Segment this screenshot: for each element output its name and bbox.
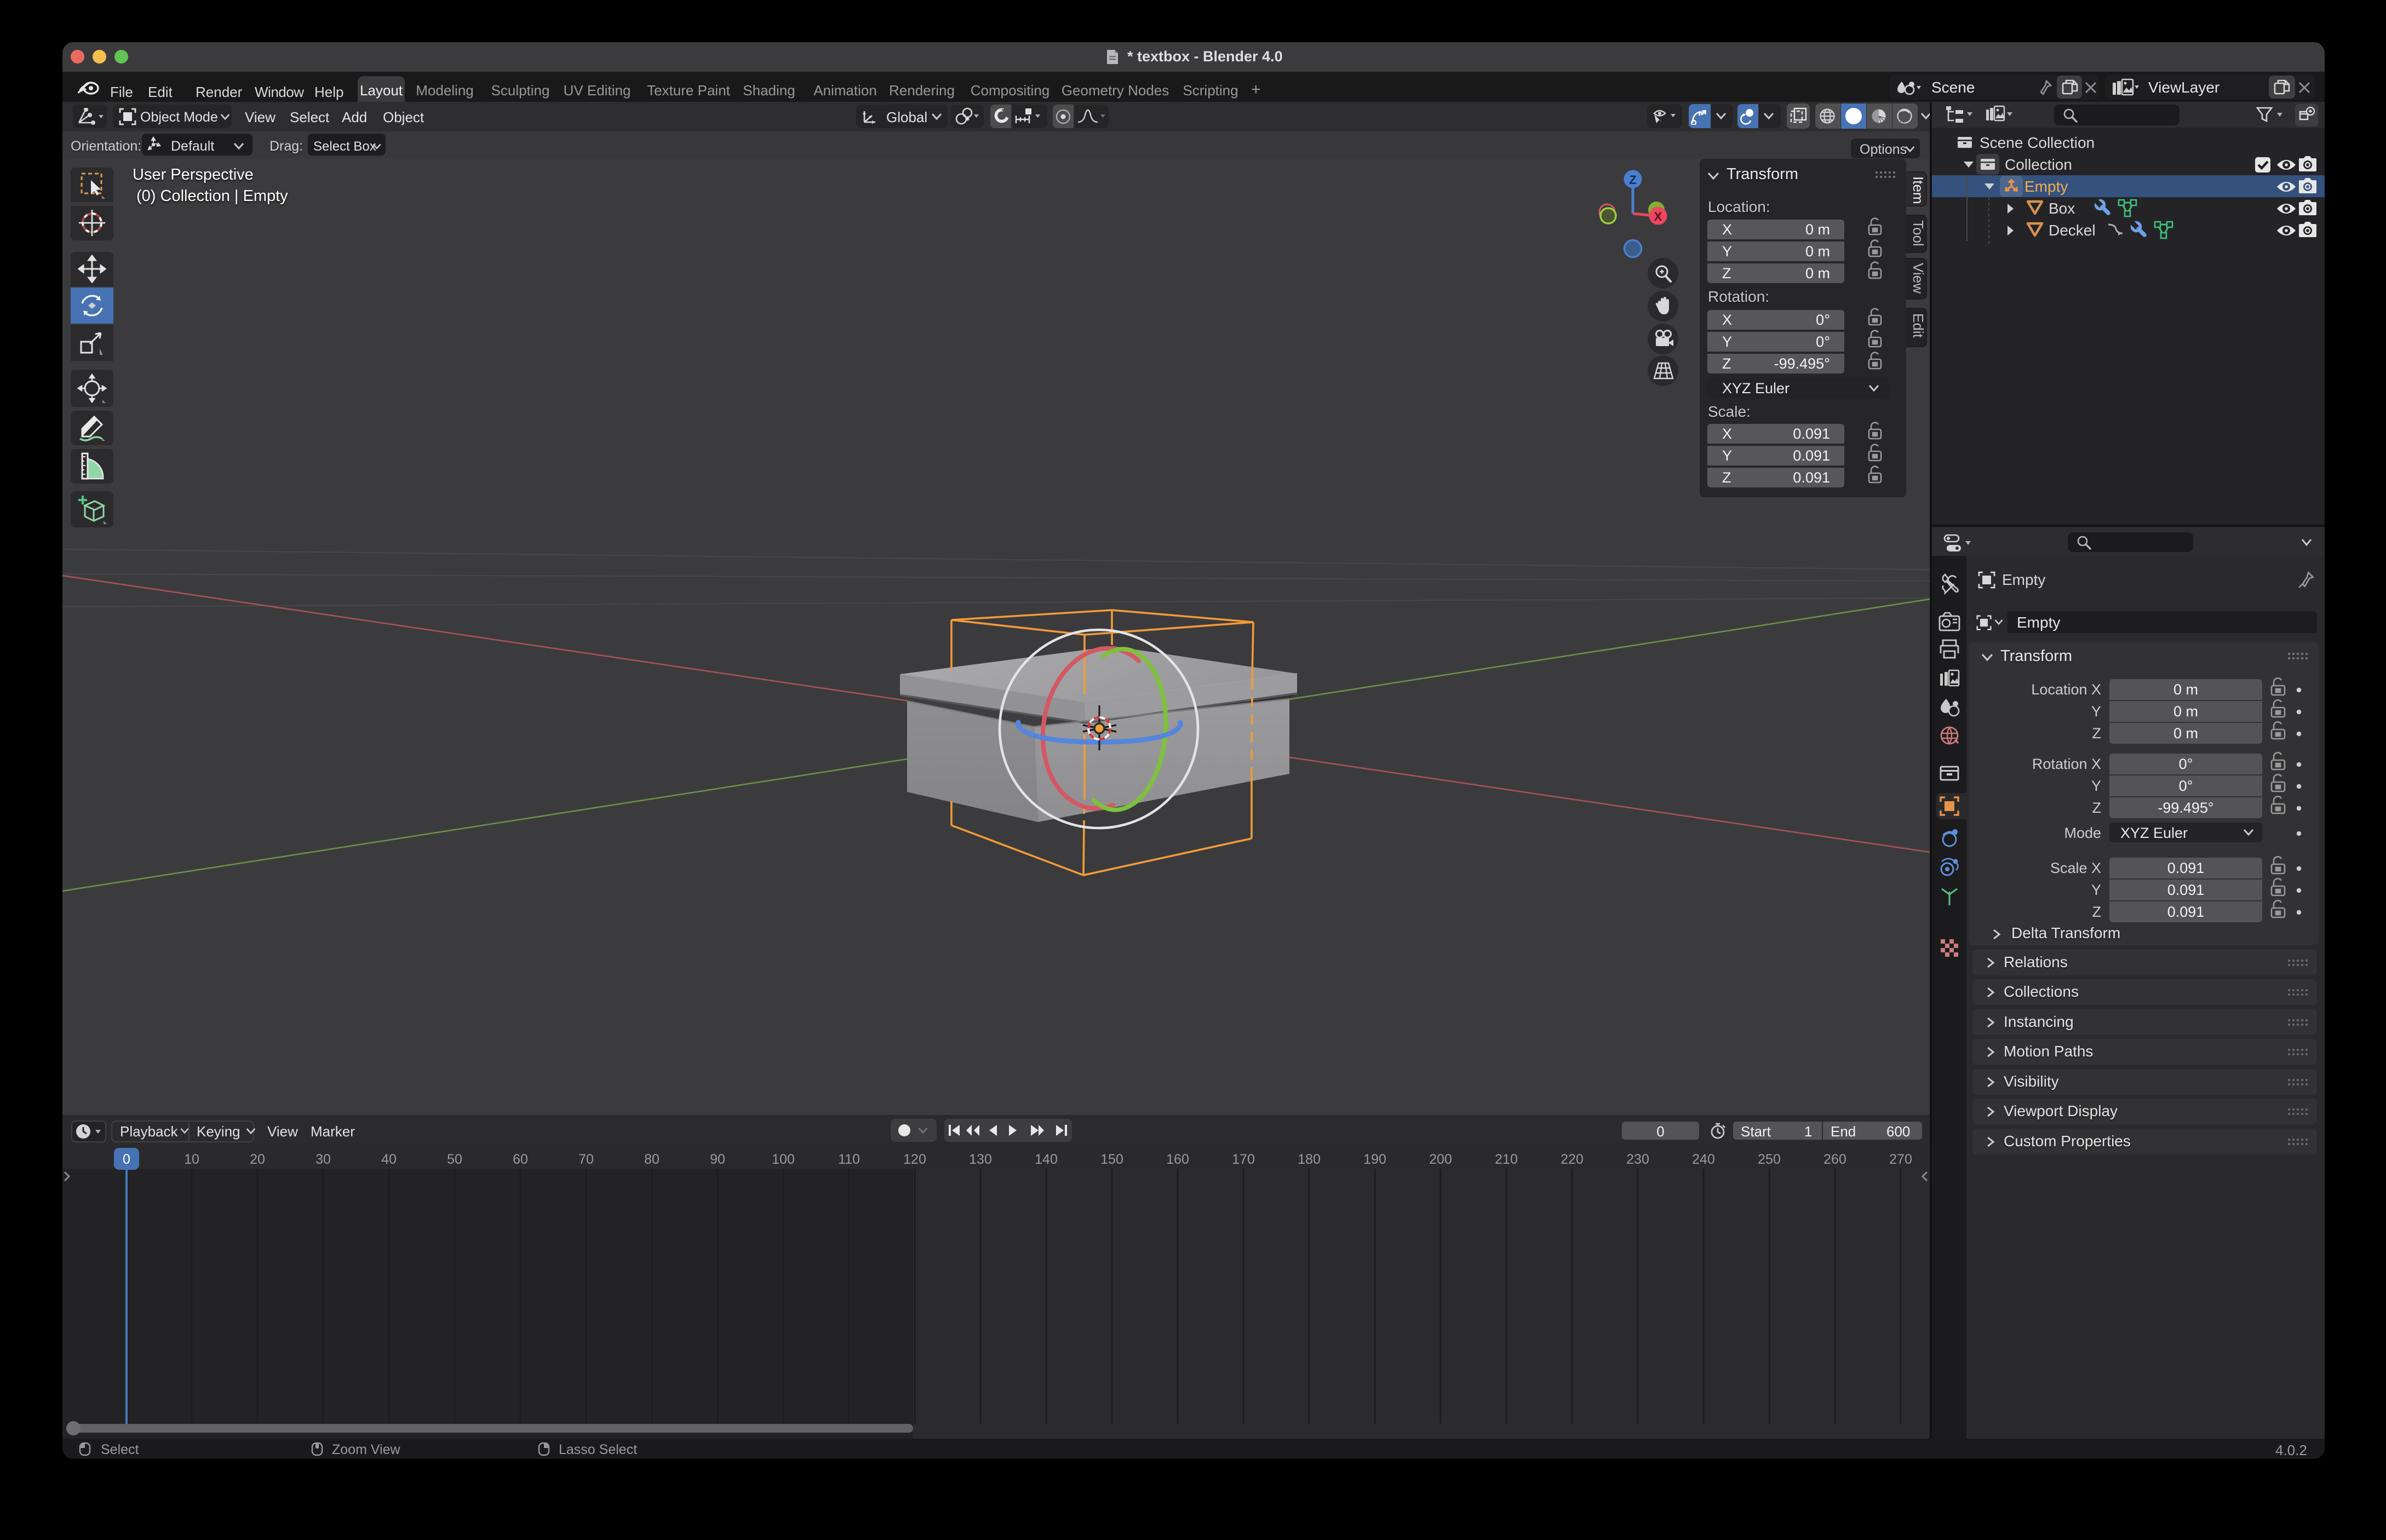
svg-text:110: 110: [838, 1152, 860, 1167]
svg-text:50: 50: [447, 1152, 462, 1167]
svg-text:170: 170: [1232, 1152, 1255, 1167]
svg-text:160: 160: [1166, 1152, 1189, 1167]
svg-text:0: 0: [123, 1152, 130, 1167]
svg-text:60: 60: [513, 1152, 528, 1167]
svg-text:230: 230: [1626, 1152, 1649, 1167]
svg-text:70: 70: [578, 1152, 594, 1167]
svg-text:140: 140: [1035, 1152, 1058, 1167]
svg-text:180: 180: [1298, 1152, 1321, 1167]
svg-text:220: 220: [1561, 1152, 1584, 1167]
svg-text:210: 210: [1495, 1152, 1518, 1167]
svg-text:200: 200: [1429, 1152, 1452, 1167]
svg-text:40: 40: [381, 1152, 397, 1167]
svg-text:260: 260: [1823, 1152, 1846, 1167]
svg-text:250: 250: [1758, 1152, 1781, 1167]
svg-text:X: X: [1654, 210, 1662, 223]
svg-text:270: 270: [1889, 1152, 1912, 1167]
svg-text:20: 20: [250, 1152, 265, 1167]
svg-text:Z: Z: [1629, 173, 1636, 187]
svg-text:150: 150: [1100, 1152, 1123, 1167]
svg-text:10: 10: [184, 1152, 199, 1167]
svg-text:100: 100: [772, 1152, 795, 1167]
svg-text:30: 30: [316, 1152, 331, 1167]
svg-text:120: 120: [903, 1152, 926, 1167]
svg-text:190: 190: [1363, 1152, 1386, 1167]
svg-text:240: 240: [1692, 1152, 1715, 1167]
svg-text:80: 80: [644, 1152, 659, 1167]
svg-text:90: 90: [710, 1152, 725, 1167]
svg-text:130: 130: [969, 1152, 992, 1167]
